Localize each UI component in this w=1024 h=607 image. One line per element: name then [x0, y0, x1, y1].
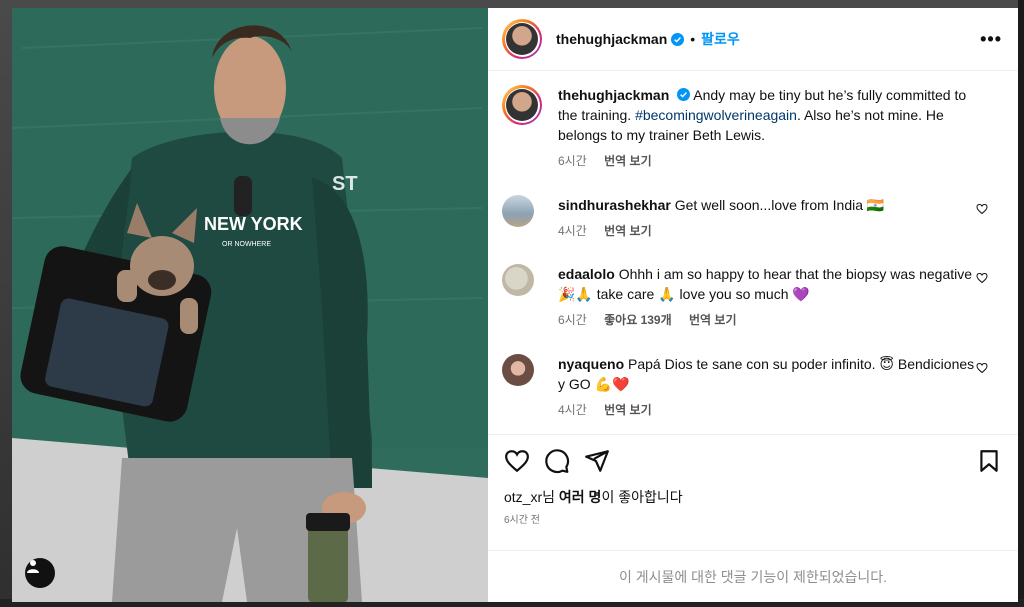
svg-text:OR NOWHERE: OR NOWHERE: [222, 241, 271, 248]
post-panel: thehughjackman • 팔로우 ••• thehughjackman: [488, 8, 1018, 602]
caption-avatar-image: [506, 89, 538, 121]
comment-translate-button[interactable]: 번역 보기: [604, 403, 652, 417]
comments-disabled-notice: 이 게시물에 대한 댓글 기능이 제한되었습니다.: [488, 550, 1018, 602]
share-icon[interactable]: [584, 448, 610, 474]
caption-avatar[interactable]: [502, 85, 542, 125]
follow-button[interactable]: 팔로우: [701, 29, 740, 49]
post-image: NEW YORK OR NOWHERE ST: [12, 8, 488, 602]
comment-body: sindhurashekhar Get well soon...love fro…: [558, 195, 982, 241]
post-modal: NEW YORK OR NOWHERE ST thehughjackman • …: [12, 8, 1018, 602]
bookmark-icon[interactable]: [976, 448, 1002, 474]
comment-like-icon[interactable]: [976, 362, 988, 374]
caption-username[interactable]: thehughjackman: [558, 87, 669, 103]
comment-time: 4시간: [558, 403, 587, 417]
commenter-avatar[interactable]: [502, 264, 534, 296]
comment-text: Get well soon...love from India 🇮🇳: [674, 197, 885, 213]
more-icon[interactable]: •••: [980, 29, 1002, 50]
comment-body: edaalolo Ohhh i am so happy to hear that…: [558, 264, 982, 330]
caption-avatar-inner: [504, 87, 540, 123]
comment-icon[interactable]: [544, 448, 570, 474]
user-tag-icon: [27, 560, 39, 573]
post-time: 6시간 전: [504, 515, 540, 526]
post-photo[interactable]: NEW YORK OR NOWHERE ST: [12, 8, 488, 602]
likes-others[interactable]: 여러 명: [559, 489, 602, 505]
liker-username[interactable]: otz_xr: [504, 489, 542, 505]
author-avatar[interactable]: [502, 19, 542, 59]
caption-hashtag[interactable]: #becomingwolverineagain: [635, 107, 797, 123]
likes-suffix-2: 이 좋아합니다: [601, 489, 683, 505]
comments-list: thehughjackman Andy may be tiny but he’s…: [488, 71, 1018, 431]
comment-meta: 6시간 좋아요 139개 번역 보기: [558, 310, 982, 330]
post-actions: otz_xr님 여러 명이 좋아합니다 6시간 전: [488, 434, 1018, 526]
caption: thehughjackman Andy may be tiny but he’s…: [502, 85, 1002, 171]
backdrop-edge-right: [1018, 0, 1024, 607]
comment-username[interactable]: edaalolo: [558, 266, 615, 282]
author-username[interactable]: thehughjackman: [556, 31, 667, 47]
comment-likes[interactable]: 좋아요 139개: [604, 313, 672, 327]
comment-body: nyaqueno Papá Dios te sane con su poder …: [558, 354, 982, 420]
author-avatar-inner: [504, 21, 540, 57]
caption-body: thehughjackman Andy may be tiny but he’s…: [558, 85, 982, 171]
likes-suffix-1: 님: [542, 489, 559, 505]
separator-dot: •: [690, 31, 696, 47]
svg-text:NEW YORK: NEW YORK: [204, 214, 303, 234]
comment-like-icon[interactable]: [976, 272, 988, 284]
comment-item: nyaqueno Papá Dios te sane con su poder …: [502, 354, 1002, 420]
caption-translate-button[interactable]: 번역 보기: [604, 154, 652, 168]
comment-username[interactable]: nyaqueno: [558, 356, 624, 372]
commenter-avatar[interactable]: [502, 195, 534, 227]
caption-meta: 6시간 번역 보기: [558, 151, 982, 171]
comment-meta: 4시간 번역 보기: [558, 221, 982, 241]
comment-like-icon[interactable]: [976, 203, 988, 215]
comment-text: Ohhh i am so happy to hear that the biop…: [558, 266, 973, 302]
caption-time: 6시간: [558, 154, 587, 168]
comment-time: 4시간: [558, 224, 587, 238]
user-tag-button[interactable]: [25, 558, 55, 588]
post-header: thehughjackman • 팔로우 •••: [488, 8, 1018, 71]
comment-time: 6시간: [558, 313, 587, 327]
author-avatar-image: [506, 23, 538, 55]
verified-icon: [671, 32, 685, 46]
verified-icon: [677, 88, 691, 101]
action-icons: [488, 435, 1018, 487]
comment-username[interactable]: sindhurashekhar: [558, 197, 671, 213]
comment-translate-button[interactable]: 번역 보기: [689, 313, 737, 327]
likes-summary: otz_xr님 여러 명이 좋아합니다: [488, 487, 1018, 507]
comment-item: edaalolo Ohhh i am so happy to hear that…: [502, 264, 1002, 330]
comment-meta: 4시간 번역 보기: [558, 400, 982, 420]
svg-text:ST: ST: [332, 173, 358, 195]
comment-item: sindhurashekhar Get well soon...love fro…: [502, 195, 1002, 241]
commenter-avatar[interactable]: [502, 354, 534, 386]
heart-icon[interactable]: [504, 448, 530, 474]
comment-translate-button[interactable]: 번역 보기: [604, 224, 652, 238]
